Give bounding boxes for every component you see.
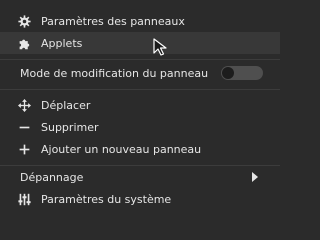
separator: [0, 59, 280, 60]
menu-item-label: Dépannage: [20, 170, 84, 184]
menu-item-system-settings[interactable]: Paramètres du système: [0, 188, 280, 210]
minus-icon: [17, 120, 31, 134]
puzzle-icon: [17, 36, 31, 50]
menu-item-label: Mode de modification du panneau: [20, 66, 209, 80]
menu-item-add-panel[interactable]: Ajouter un nouveau panneau: [0, 138, 280, 160]
gear-icon: [17, 14, 31, 28]
menu-item-move[interactable]: Déplacer: [0, 94, 280, 116]
edit-mode-toggle[interactable]: [221, 66, 263, 80]
separator: [0, 89, 280, 90]
menu-item-label: Paramètres des panneaux: [41, 14, 185, 28]
sliders-icon: [17, 192, 31, 206]
menu-item-label: Applets: [41, 36, 83, 50]
menu-item-label: Supprimer: [41, 120, 99, 134]
toggle-knob: [222, 67, 234, 79]
chevron-right-icon: [252, 172, 258, 182]
menu-item-panel-settings[interactable]: Paramètres des panneaux: [0, 10, 280, 32]
menu-item-label: Ajouter un nouveau panneau: [41, 142, 202, 156]
menu-item-label: Paramètres du système: [41, 192, 172, 206]
menu-item-applets[interactable]: Applets: [0, 32, 280, 54]
panel-context-menu: Paramètres des panneaux Applets Mode de …: [0, 0, 280, 219]
menu-item-label: Déplacer: [41, 98, 91, 112]
menu-item-edit-mode[interactable]: Mode de modification du panneau: [0, 62, 280, 84]
mouse-cursor-icon: [153, 38, 169, 59]
move-arrows-icon: [17, 98, 31, 112]
plus-icon: [17, 142, 31, 156]
menu-item-troubleshoot[interactable]: Dépannage: [0, 166, 280, 188]
menu-item-remove[interactable]: Supprimer: [0, 116, 280, 138]
